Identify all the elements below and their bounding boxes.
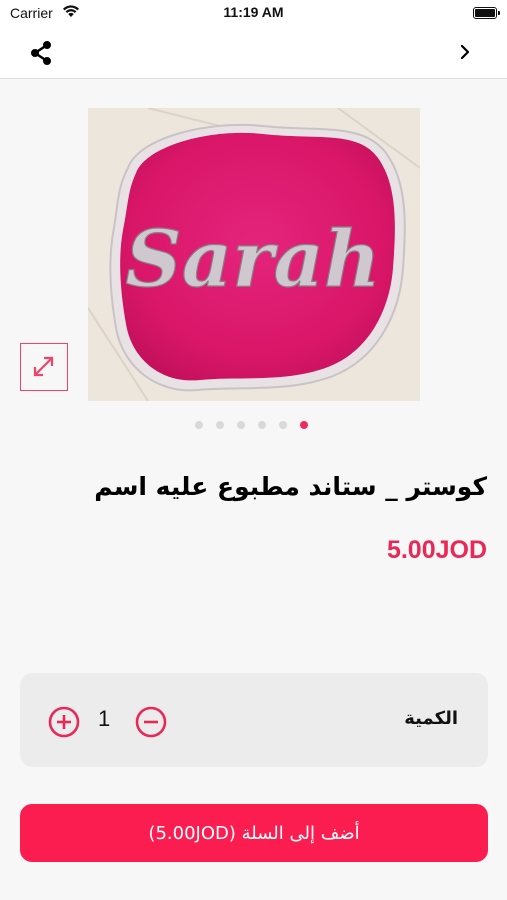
minus-icon[interactable] <box>135 706 167 738</box>
battery-icon <box>473 7 500 19</box>
pager-dot[interactable] <box>237 421 245 429</box>
engraved-name: Sarah <box>125 214 380 305</box>
status-time: 11:19 AM <box>223 4 284 20</box>
expand-image-button[interactable] <box>20 343 68 391</box>
image-pager[interactable] <box>195 421 308 429</box>
share-icon[interactable] <box>28 40 54 66</box>
product-title: كوستر _ ستاند مطبوع عليه اسم <box>94 472 487 501</box>
add-to-cart-button[interactable]: أضف إلى السلة (5.00JOD) <box>20 804 488 862</box>
chevron-right-icon[interactable] <box>457 42 473 62</box>
add-to-cart-label: أضف إلى السلة (5.00JOD) <box>148 822 360 844</box>
plus-icon[interactable] <box>48 706 80 738</box>
status-bar: Carrier 11:19 AM <box>0 0 507 30</box>
quantity-label: الكمية <box>404 708 458 729</box>
pager-dot[interactable] <box>195 421 203 429</box>
coaster-photo: Sarah <box>88 108 420 401</box>
expand-icon <box>33 356 54 377</box>
quantity-value: 1 <box>98 706 111 731</box>
pager-dot[interactable] <box>216 421 224 429</box>
product-price: 5.00JOD <box>386 536 487 564</box>
quantity-selector: الكمية 1 <box>20 673 488 767</box>
product-image[interactable]: Sarah <box>88 108 420 401</box>
nav-bar <box>0 30 507 79</box>
pager-dot-active[interactable] <box>300 421 308 429</box>
pager-dot[interactable] <box>279 421 287 429</box>
pager-dot[interactable] <box>258 421 266 429</box>
